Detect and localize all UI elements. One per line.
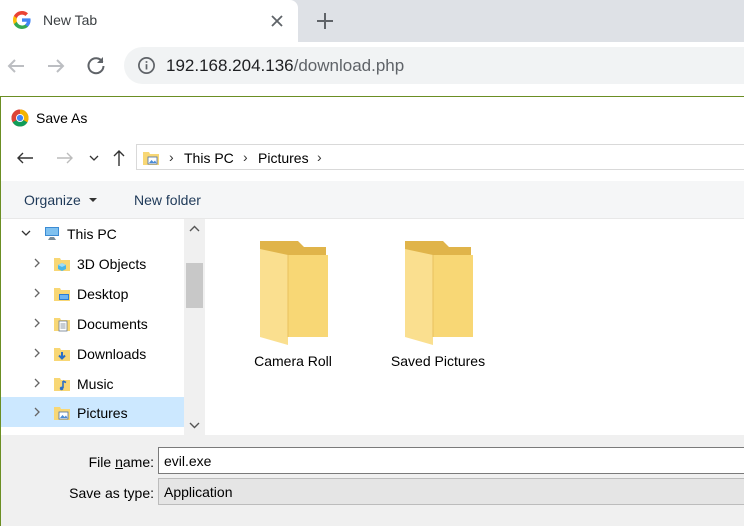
file-name-input[interactable] (158, 447, 744, 474)
scrollbar-thumb[interactable] (186, 263, 203, 308)
breadcrumb-chevron-icon: › (169, 149, 174, 165)
new-folder-button[interactable]: New folder (134, 192, 201, 208)
breadcrumb-this-pc[interactable]: This PC (184, 150, 234, 166)
tree-label: This PC (67, 226, 117, 242)
tree-item-music[interactable]: Music (1, 369, 184, 397)
file-name-label: File name: (4, 454, 154, 470)
forward-arrow-icon[interactable] (44, 54, 68, 78)
file-name-label-post: ame: (122, 454, 154, 470)
dialog-title: Save As (36, 110, 88, 126)
downloads-folder-icon (54, 348, 70, 361)
save-as-type-value: Application (164, 484, 233, 500)
chevron-right-icon[interactable] (31, 406, 43, 418)
music-folder-icon (54, 378, 70, 391)
plus-icon[interactable] (314, 10, 336, 32)
3d-objects-icon (54, 258, 70, 271)
documents-folder-icon (54, 318, 70, 332)
tree-item-desktop[interactable]: Desktop (1, 279, 184, 307)
chevron-down-icon[interactable] (87, 147, 101, 169)
navigation-pane: This PC 3D Objects Desktop Documents Dow… (1, 219, 205, 435)
tree-item-downloads[interactable]: Downloads (1, 339, 184, 367)
chevron-right-icon[interactable] (31, 317, 43, 329)
folder-saved-pictures[interactable]: Saved Pictures (383, 241, 493, 381)
tree-label: Documents (77, 316, 148, 332)
chevron-right-icon[interactable] (31, 257, 43, 269)
save-as-type-select[interactable]: Application (158, 478, 744, 505)
dialog-address-bar[interactable]: › This PC › Pictures › (136, 144, 744, 170)
back-arrow-icon[interactable] (15, 147, 35, 169)
tab-title: New Tab (43, 12, 98, 28)
nav-pane-scrollbar[interactable] (184, 219, 205, 435)
chevron-down-icon[interactable] (184, 415, 205, 435)
pictures-folder-icon (54, 407, 70, 420)
up-arrow-icon[interactable] (109, 147, 129, 169)
chevron-right-icon[interactable] (31, 287, 43, 299)
tab-new-tab[interactable]: New Tab (0, 0, 298, 42)
save-as-type-label: Save as type: (69, 485, 154, 501)
tree-label: Downloads (77, 346, 147, 362)
back-arrow-icon[interactable] (4, 54, 28, 78)
url-text: 192.168.204.136/download.php (166, 56, 404, 76)
tree-item-this-pc[interactable]: This PC (1, 219, 184, 247)
dialog-titlebar: Save As (1, 97, 744, 137)
file-name-label-key: n (115, 454, 123, 470)
forward-arrow-icon[interactable] (55, 147, 75, 169)
tree-item-3d-objects[interactable]: 3D Objects (1, 249, 184, 277)
tree-item-pictures[interactable]: Pictures (1, 397, 184, 427)
close-icon[interactable] (268, 12, 286, 30)
url-host: 192.168.204.136 (166, 56, 294, 75)
tree-label: Music (77, 376, 114, 392)
reload-icon[interactable] (84, 54, 108, 78)
breadcrumb-pictures[interactable]: Pictures (258, 150, 309, 166)
pictures-folder-icon (143, 152, 159, 165)
folder-label: Saved Pictures (390, 353, 486, 369)
chrome-icon (11, 109, 29, 127)
organize-button[interactable]: Organize (24, 192, 81, 208)
tab-strip: New Tab (0, 0, 744, 42)
caret-down-icon (89, 198, 97, 202)
folder-icon (405, 241, 473, 345)
tree-item-documents[interactable]: Documents (1, 309, 184, 337)
browser-toolbar: 192.168.204.136/download.php (0, 42, 744, 90)
tree-label: Desktop (77, 286, 129, 302)
command-bar: Organize New folder (1, 181, 744, 219)
save-as-dialog: Save As › This PC › Pictures › Organize … (0, 96, 744, 526)
folder-camera-roll[interactable]: Camera Roll (238, 241, 348, 381)
tree-label: 3D Objects (77, 256, 147, 272)
address-bar[interactable]: 192.168.204.136/download.php (124, 47, 744, 84)
google-icon (13, 11, 31, 29)
breadcrumb-chevron-icon: › (317, 149, 322, 165)
desktop-folder-icon (54, 288, 70, 301)
breadcrumb-chevron-icon: › (243, 149, 248, 165)
info-icon[interactable] (137, 56, 156, 75)
url-path: /download.php (293, 56, 405, 75)
file-name-label-pre: File (88, 454, 116, 470)
pc-icon (45, 227, 59, 240)
folder-contents: Camera Roll Saved Pictures (205, 219, 744, 435)
save-options: File name: Save as type: Application (1, 435, 744, 526)
chevron-right-icon[interactable] (31, 377, 43, 389)
chevron-up-icon[interactable] (184, 219, 205, 239)
folder-label: Camera Roll (254, 353, 332, 369)
chevron-down-icon[interactable] (20, 227, 32, 239)
tree-label: Pictures (77, 405, 128, 421)
chevron-right-icon[interactable] (31, 347, 43, 359)
folder-icon (260, 241, 328, 345)
